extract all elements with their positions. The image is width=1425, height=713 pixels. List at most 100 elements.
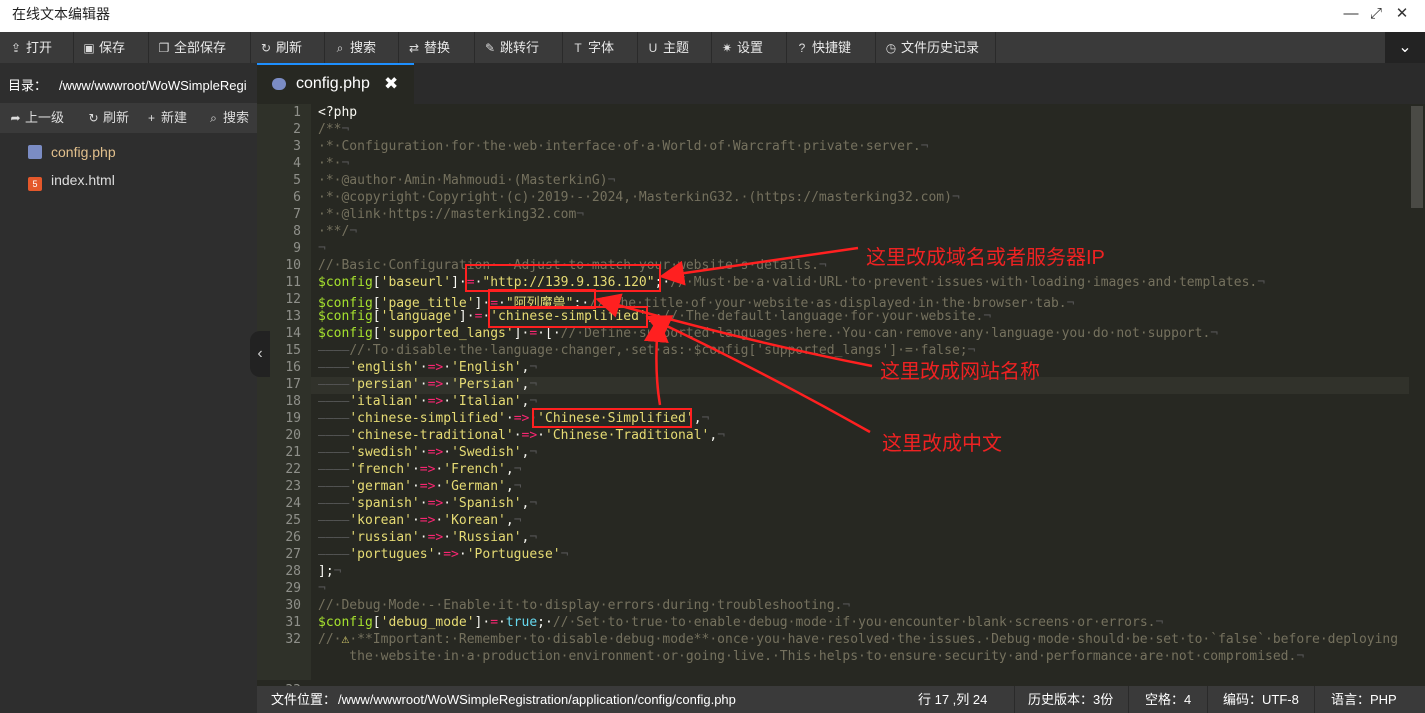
status-bar: 文件位置： /www/wwwroot/WoWSimpleRegistration… <box>257 686 1425 713</box>
toolbar-button-label: 跳转行 <box>500 40 540 55</box>
code-token: 'Korean' <box>443 513 506 528</box>
line-number: 16 <box>285 360 301 375</box>
code-token: ¬ <box>951 190 960 205</box>
code-token: ¬ <box>920 139 929 154</box>
cursor-position[interactable]: 行 17 ,列 24 <box>918 686 987 713</box>
code-token: ¬ <box>818 258 827 273</box>
code-token: · <box>443 496 452 511</box>
collapse-sidebar-button[interactable]: ‹ <box>250 331 270 377</box>
code-token: · <box>419 496 428 511</box>
line-number: 28 <box>285 564 301 579</box>
highlight-box-chinese-simplified <box>532 408 692 428</box>
code-token: · <box>411 513 420 528</box>
line-number: 3 <box>293 139 301 154</box>
code-token: 'Spanish' <box>451 496 522 511</box>
php-file-icon <box>272 78 286 90</box>
code-line: ————'swedish'·=>·'Swedish',¬ <box>318 445 537 460</box>
expand-toolbar-button[interactable]: ⌄ <box>1385 32 1425 63</box>
line-number: 18 <box>285 394 301 409</box>
sidebar-tool-2[interactable]: + 新建 <box>144 103 187 133</box>
encoding[interactable]: 编码：UTF-8 <box>1223 686 1299 713</box>
line-number: 10 <box>285 258 301 273</box>
code-token: ]· <box>513 326 530 341</box>
code-editor[interactable]: <?php/**¬ ·*·Configuration·for·the·web·in… <box>311 104 1409 680</box>
toolbar-button-6[interactable]: ✎ 跳转行 <box>474 32 539 63</box>
file-item[interactable]: 5 index.html <box>28 169 115 191</box>
minimize-icon[interactable]: — <box>1340 4 1362 24</box>
history-icon: ◷ <box>885 41 897 55</box>
toolbar-button-8[interactable]: U 主题 <box>637 32 689 63</box>
sidebar: 目录： /www/wwwroot/WoWSimpleRegi ➦ 上一级 ↻ 刷新 + 新建… <box>0 63 270 713</box>
code-token: · <box>443 530 452 545</box>
code-token: 'Portuguese' <box>466 547 561 562</box>
title-bar: 在线文本编辑器 — ⤢ ✕ <box>0 0 1425 32</box>
code-token: ;· <box>646 309 663 324</box>
gear-icon: ✷ <box>721 41 733 55</box>
vertical-scrollbar[interactable] <box>1409 104 1425 680</box>
toolbar-button-3[interactable]: ↻ 刷新 <box>250 32 302 63</box>
code-line: $config['language']·=·'chinese-simplifie… <box>318 309 991 324</box>
code-token: => <box>427 377 444 392</box>
scrollbar-thumb[interactable] <box>1411 106 1423 208</box>
code-token: ———— <box>318 411 350 426</box>
toolbar-button-2[interactable]: ❐ 全部保存 <box>148 32 226 63</box>
code-line: the·website·in·a·production·environment·… <box>318 649 1304 664</box>
sidebar-tool-0[interactable]: ➦ 上一级 <box>8 103 64 133</box>
code-token: 'english' <box>349 360 420 375</box>
code-token: /** <box>318 122 342 137</box>
toolbar-button-0[interactable]: ⇪ 打开 <box>0 32 52 63</box>
history-count[interactable]: 历史版本：3份 <box>1028 686 1113 713</box>
code-token: [ <box>372 309 381 324</box>
toolbar-button-7[interactable]: T 字体 <box>562 32 614 63</box>
code-token: ·*·Configuration·for·the·web·interface·o… <box>318 139 921 154</box>
line-number: 31 <box>285 615 301 630</box>
code-line: ·*·@author·Amin·Mahmoudi·(MasterkinG)¬ <box>318 173 615 188</box>
code-token: 'chinese-traditional' <box>349 428 514 443</box>
code-token: 'korean' <box>349 513 412 528</box>
code-token: ¬ <box>529 377 538 392</box>
annotation-domain: 这里改成域名或者服务器IP <box>866 247 1105 269</box>
code-line: <?php <box>318 105 357 120</box>
code-token: ¬ <box>349 224 358 239</box>
code-token: 'Chinese·Traditional' <box>545 428 710 443</box>
code-token: 'chinese-simplified' <box>349 411 506 426</box>
code-line: ————'korean'·=>·'Korean',¬ <box>318 513 522 528</box>
code-token: , <box>505 513 514 528</box>
toolbar-button-10[interactable]: ? 快捷键 <box>786 32 851 63</box>
chevron-left-icon: ‹ <box>257 345 263 362</box>
code-token: ¬ <box>560 547 569 562</box>
code-token: 'spanish' <box>349 496 420 511</box>
directory-path-value[interactable]: /www/wwwroot/WoWSimpleRegi <box>59 78 247 93</box>
code-token: //·The·default·language·for·your·website… <box>662 309 984 324</box>
toolbar-button-label: 设置 <box>737 40 764 55</box>
code-token: 'supported_langs' <box>380 326 514 341</box>
language-mode[interactable]: 语言：PHP <box>1331 686 1397 713</box>
sidebar-tool-1[interactable]: ↻ 刷新 <box>86 103 129 133</box>
toolbar-button-1[interactable]: ▣ 保存 <box>73 32 125 63</box>
toolbar-divider <box>995 32 996 63</box>
toolbar-button-9[interactable]: ✷ 设置 <box>711 32 763 63</box>
toolbar-button-11[interactable]: ◷ 文件历史记录 <box>875 32 979 63</box>
toolbar-button-4[interactable]: ⌕ 搜索 <box>324 32 376 63</box>
file-item[interactable]: config.php <box>28 141 116 163</box>
code-token: = <box>529 326 538 341</box>
toolbar-button-5[interactable]: ⇄ 替换 <box>398 32 450 63</box>
code-token: · <box>498 615 506 630</box>
tab-close-icon[interactable]: ✖ <box>384 74 398 94</box>
line-number: 2 <box>293 122 301 137</box>
sidebar-tool-3[interactable]: ⌕ 搜索 <box>206 103 249 133</box>
maximize-icon[interactable]: ⤢ <box>1365 4 1387 24</box>
line-number: 14 <box>285 326 301 341</box>
code-token: ———— <box>318 343 350 358</box>
line-number: 5 <box>293 173 301 188</box>
line-number: 30 <box>285 598 301 613</box>
code-line: ·*·¬ <box>318 156 349 171</box>
code-token: ———— <box>318 547 350 562</box>
indent-spaces[interactable]: 空格：4 <box>1145 686 1191 713</box>
tab-config-php[interactable]: config.php ✖ <box>257 63 414 104</box>
copy-icon: ❐ <box>158 41 170 55</box>
arrow-right-icon: ➦ <box>10 111 21 125</box>
code-token: ———— <box>318 360 350 375</box>
code-token: ———— <box>318 496 350 511</box>
close-icon[interactable]: ✕ <box>1391 4 1413 24</box>
